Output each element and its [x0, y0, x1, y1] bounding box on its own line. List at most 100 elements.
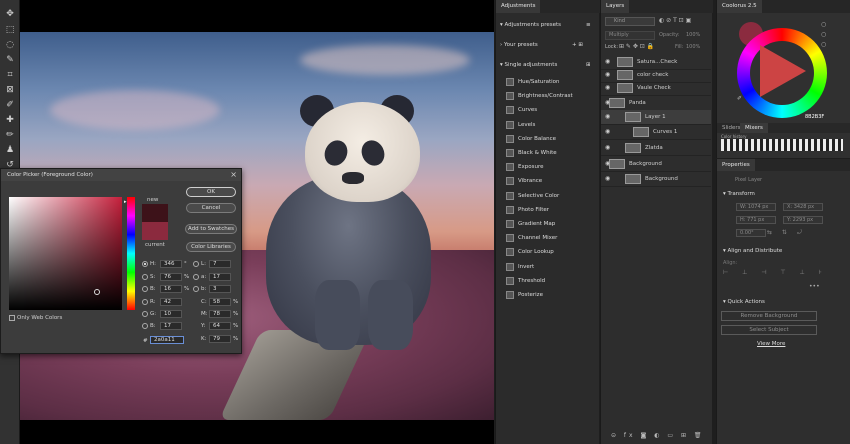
ok-button[interactable]: OK: [186, 187, 236, 197]
tab-layers[interactable]: Layers: [601, 0, 630, 13]
r-radio[interactable]: [142, 299, 148, 305]
color-cursor[interactable]: [94, 289, 100, 295]
color-triangle[interactable]: [760, 45, 806, 97]
select-subject-button[interactable]: Select Subject: [721, 325, 817, 335]
layer-row[interactable]: ◉ Vaule Check: [601, 81, 711, 96]
adjustment-item[interactable]: Hue/Saturation: [496, 76, 600, 88]
stamp-icon[interactable]: ♟: [4, 144, 16, 156]
transform-header[interactable]: ▾ Transform: [723, 191, 755, 197]
tab-coolorus[interactable]: Coolorus 2.5: [717, 0, 762, 13]
add-to-swatches-button[interactable]: Add to Swatches: [185, 224, 237, 234]
adjustment-item[interactable]: Gradient Map: [496, 218, 600, 230]
h-field[interactable]: 346: [160, 260, 182, 268]
only-web-checkbox[interactable]: [9, 315, 15, 321]
adjustment-item[interactable]: Invert: [496, 261, 600, 273]
fill-value[interactable]: 100%: [686, 44, 700, 50]
l-field[interactable]: 7: [209, 260, 231, 268]
layer-filter-input[interactable]: Kind: [605, 17, 655, 26]
healing-icon[interactable]: ✚: [4, 114, 16, 126]
single-adjustments-label[interactable]: ▾ Single adjustments: [500, 59, 557, 71]
r-field[interactable]: 42: [160, 298, 182, 306]
a-field[interactable]: 17: [209, 273, 231, 281]
eye-icon[interactable]: ◉: [605, 71, 610, 78]
flip-icons[interactable]: ⇆ ⇅ ⤾: [767, 229, 806, 237]
m-field[interactable]: 78: [209, 310, 231, 318]
hex-readout[interactable]: 8B2B3F: [805, 114, 824, 120]
align-icons[interactable]: ⊢ ⊥ ⊣ ⊤ ⊥ ⊦: [723, 269, 828, 276]
color-history-strip[interactable]: [721, 139, 843, 151]
blue-radio[interactable]: [142, 323, 148, 329]
l-radio[interactable]: [193, 261, 199, 267]
frame-icon[interactable]: ⊠: [4, 84, 16, 96]
hue-handle[interactable]: ▸: [124, 199, 127, 205]
eye-icon[interactable]: ◉: [605, 175, 610, 182]
angle-field[interactable]: 0.00°: [736, 229, 766, 237]
eyedropper-icon[interactable]: ✐: [4, 99, 16, 111]
layer-row[interactable]: ◉ Layer 1: [601, 110, 711, 125]
adjustment-item[interactable]: Levels: [496, 119, 600, 131]
brush-icon[interactable]: ✏: [4, 129, 16, 141]
filter-icons[interactable]: ◐ ⊘ T ⊡ ▣: [659, 17, 691, 24]
color-libraries-button[interactable]: Color Libraries: [186, 242, 236, 252]
layer-footer-icons[interactable]: ⊝ fx ◙ ◐ ▭ ⊞ 🗑: [611, 432, 705, 439]
eyedropper-icon[interactable]: ✐: [737, 95, 742, 102]
b-field[interactable]: 16: [160, 285, 182, 293]
quick-actions-header[interactable]: ▾ Quick Actions: [723, 299, 765, 305]
lock-icons[interactable]: ⊞ ✎ ✥ ⊡ 🔒: [619, 43, 654, 50]
s-field[interactable]: 76: [160, 273, 182, 281]
list-icon[interactable]: ≡: [586, 19, 591, 31]
layer-row[interactable]: ◉ Background: [601, 157, 711, 172]
tab-properties[interactable]: Properties: [717, 159, 755, 171]
adjustment-item[interactable]: Color Balance: [496, 133, 600, 145]
blend-mode-select[interactable]: Multiply: [605, 31, 655, 40]
layer-row[interactable]: ◉ Background: [601, 172, 711, 187]
height-field[interactable]: H: 771 px: [736, 216, 776, 224]
crop-icon[interactable]: ⌗: [4, 69, 16, 81]
layer-row[interactable]: ◉ Curves 1: [601, 125, 711, 140]
s-radio[interactable]: [142, 274, 148, 280]
adjustment-item[interactable]: Exposure: [496, 161, 600, 173]
cancel-button[interactable]: Cancel: [186, 203, 236, 213]
layer-row[interactable]: ◉ Zlatda: [601, 141, 711, 156]
eye-icon[interactable]: ◉: [605, 58, 610, 65]
quick-select-icon[interactable]: ✎: [4, 54, 16, 66]
remove-background-button[interactable]: Remove Background: [721, 311, 817, 321]
g-radio[interactable]: [142, 311, 148, 317]
adjustment-item[interactable]: Photo Filter: [496, 204, 600, 216]
y-field[interactable]: Y: 2293 px: [783, 216, 823, 224]
g-field[interactable]: 10: [160, 310, 182, 318]
lab-b-field[interactable]: 3: [209, 285, 231, 293]
grid-icon[interactable]: ⊞: [586, 59, 591, 71]
move-icon[interactable]: ✥: [4, 8, 16, 20]
x-field[interactable]: X: 3428 px: [783, 203, 823, 211]
adjustment-item[interactable]: Black & White: [496, 147, 600, 159]
align-header[interactable]: ▾ Align and Distribute: [723, 248, 782, 254]
lasso-icon[interactable]: ◌: [4, 39, 16, 51]
eye-icon[interactable]: ◉: [605, 113, 610, 120]
lab-b-radio[interactable]: [193, 286, 199, 292]
close-icon[interactable]: ×: [230, 169, 237, 181]
c-field[interactable]: 58: [209, 298, 231, 306]
eye-icon[interactable]: ◉: [605, 84, 610, 91]
opacity-value[interactable]: 100%: [686, 32, 700, 38]
tab-adjustments[interactable]: Adjustments: [496, 0, 541, 13]
adjustment-item[interactable]: Vibrance: [496, 175, 600, 187]
adjustment-item[interactable]: Curves: [496, 104, 600, 116]
adjustment-item[interactable]: Color Lookup: [496, 246, 600, 258]
adjustments-presets-label[interactable]: ▾ Adjustments presets: [500, 19, 561, 31]
layer-row[interactable]: ◉ Panda: [601, 96, 711, 111]
eye-icon[interactable]: ◉: [605, 128, 610, 135]
a-radio[interactable]: [193, 274, 199, 280]
more-icon[interactable]: •••: [809, 283, 820, 290]
adjustment-item[interactable]: Brightness/Contrast: [496, 90, 600, 102]
add-preset-icon[interactable]: + ⊞: [572, 39, 583, 51]
k-field[interactable]: 79: [209, 335, 231, 343]
eye-icon[interactable]: ◉: [605, 144, 610, 151]
hex-field[interactable]: 2a0a11: [150, 336, 184, 344]
your-presets-label[interactable]: › Your presets: [500, 39, 538, 51]
marquee-icon[interactable]: ⬚: [4, 24, 16, 36]
adjustment-item[interactable]: Posterize: [496, 289, 600, 301]
hue-slider[interactable]: ▸: [124, 197, 135, 310]
width-field[interactable]: W: 1074 px: [736, 203, 776, 211]
adjustment-item[interactable]: Threshold: [496, 275, 600, 287]
